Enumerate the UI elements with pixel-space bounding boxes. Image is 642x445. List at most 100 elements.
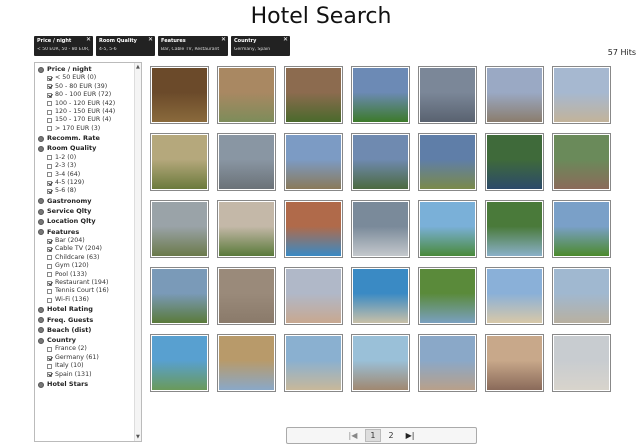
facet-option[interactable]: 1-2 (0) [47,154,141,162]
hotel-thumbnail[interactable] [217,133,276,191]
hotel-thumbnail[interactable] [485,334,544,392]
checkbox[interactable] [47,92,52,98]
checkbox[interactable] [47,289,52,295]
hotel-thumbnail[interactable] [150,200,209,258]
checkbox[interactable] [47,118,52,124]
filter-chip-country[interactable]: Country Germany, Spain ✕ [231,36,290,56]
facet-hotel-stars[interactable]: Hotel Stars [38,380,141,389]
facet-option[interactable]: Germany (61) [47,354,141,362]
facet-option[interactable]: Pool (133) [47,271,141,279]
facet-option[interactable]: Spain (131) [47,371,141,379]
hotel-thumbnail[interactable] [418,334,477,392]
checkbox[interactable] [47,247,52,253]
hotel-thumbnail[interactable] [284,200,343,258]
facet-option[interactable]: 120 - 150 EUR (44) [47,108,141,116]
facet-hotel-rating[interactable]: Hotel Rating [38,305,141,314]
checkbox[interactable] [47,255,52,261]
hotel-thumbnail[interactable] [485,200,544,258]
sidebar-scrollbar[interactable]: ▲ ▼ [134,63,141,441]
facet-option[interactable]: 100 - 120 EUR (42) [47,100,141,108]
close-icon[interactable]: ✕ [221,36,226,43]
hotel-thumbnail[interactable] [150,334,209,392]
facet-option[interactable]: < 50 EUR (0) [47,74,141,82]
facet-header-room-quality[interactable]: Room Quality [38,144,141,153]
hotel-thumbnail[interactable] [552,133,611,191]
hotel-thumbnail[interactable] [150,66,209,124]
checkbox[interactable] [47,372,52,378]
checkbox[interactable] [47,101,52,107]
hotel-thumbnail[interactable] [552,66,611,124]
hotel-thumbnail[interactable] [217,267,276,325]
facet-frequent-guests[interactable]: Freq. Guests [38,316,141,325]
checkbox[interactable] [47,280,52,286]
hotel-thumbnail[interactable] [418,200,477,258]
last-page-button[interactable]: ▶| [402,430,419,441]
facet-option[interactable]: Gym (120) [47,262,141,270]
checkbox[interactable] [47,180,52,186]
facet-option[interactable]: 3-4 (64) [47,171,141,179]
close-icon[interactable]: ✕ [283,36,288,43]
checkbox[interactable] [47,297,52,303]
facet-option[interactable]: Wi-Fi (136) [47,296,141,304]
facet-beach-distance[interactable]: Beach (dist) [38,326,141,335]
hotel-thumbnail[interactable] [284,267,343,325]
facet-option[interactable]: Restaurant (194) [47,279,141,287]
facet-option[interactable]: 5-6 (8) [47,187,141,195]
page-button-1[interactable]: 1 [365,429,381,442]
hotel-thumbnail[interactable] [284,66,343,124]
scroll-up-icon[interactable]: ▲ [136,64,140,70]
facet-option[interactable]: Cable TV (204) [47,245,141,253]
checkbox[interactable] [47,126,52,132]
hotel-thumbnail[interactable] [552,267,611,325]
filter-chip-price[interactable]: Price / night < 50 EUR, 50 - 80 EUR,... … [34,36,93,56]
close-icon[interactable]: ✕ [148,36,153,43]
checkbox[interactable] [47,363,52,369]
facet-service-quality[interactable]: Service Qlty [38,207,141,216]
hotel-thumbnail[interactable] [217,66,276,124]
checkbox[interactable] [47,347,52,353]
hotel-thumbnail[interactable] [485,267,544,325]
hotel-thumbnail[interactable] [552,200,611,258]
facet-header-features[interactable]: Features [38,228,141,237]
hotel-thumbnail[interactable] [485,133,544,191]
hotel-thumbnail[interactable] [418,133,477,191]
hotel-thumbnail[interactable] [418,66,477,124]
hotel-thumbnail[interactable] [150,133,209,191]
checkbox[interactable] [47,84,52,90]
close-icon[interactable]: ✕ [86,36,91,43]
facet-gastronomy[interactable]: Gastronomy [38,197,141,206]
hotel-thumbnail[interactable] [485,66,544,124]
page-button-2[interactable]: 2 [385,430,398,441]
checkbox[interactable] [47,155,52,161]
facet-option[interactable]: Bar (204) [47,237,141,245]
facet-option[interactable]: Childcare (63) [47,254,141,262]
facet-option[interactable]: France (2) [47,345,141,353]
checkbox[interactable] [47,172,52,178]
checkbox[interactable] [47,189,52,195]
facet-option[interactable]: Italy (10) [47,362,141,370]
hotel-thumbnail[interactable] [351,133,410,191]
hotel-thumbnail[interactable] [351,200,410,258]
scroll-down-icon[interactable]: ▼ [136,434,140,440]
checkbox[interactable] [47,238,52,244]
checkbox[interactable] [47,76,52,81]
hotel-thumbnail[interactable] [418,267,477,325]
hotel-thumbnail[interactable] [284,334,343,392]
checkbox[interactable] [47,355,52,361]
checkbox[interactable] [47,263,52,269]
first-page-button[interactable]: |◀ [345,430,362,441]
facet-option[interactable]: 4-5 (129) [47,179,141,187]
hotel-thumbnail[interactable] [150,267,209,325]
hotel-thumbnail[interactable] [552,334,611,392]
facet-option[interactable]: > 170 EUR (3) [47,125,141,133]
facet-option[interactable]: 150 - 170 EUR (4) [47,116,141,124]
hotel-thumbnail[interactable] [217,200,276,258]
facet-location-quality[interactable]: Location Qlty [38,217,141,226]
hotel-thumbnail[interactable] [351,334,410,392]
filter-chip-features[interactable]: Features Bar, Cable TV, Restaurant ✕ [158,36,228,56]
filter-chip-room-quality[interactable]: Room Quality 4-5, 5-6 ✕ [96,36,155,56]
checkbox[interactable] [47,272,52,278]
facet-header-country[interactable]: Country [38,336,141,345]
facet-option[interactable]: 80 - 100 EUR (72) [47,91,141,99]
checkbox[interactable] [47,163,52,169]
